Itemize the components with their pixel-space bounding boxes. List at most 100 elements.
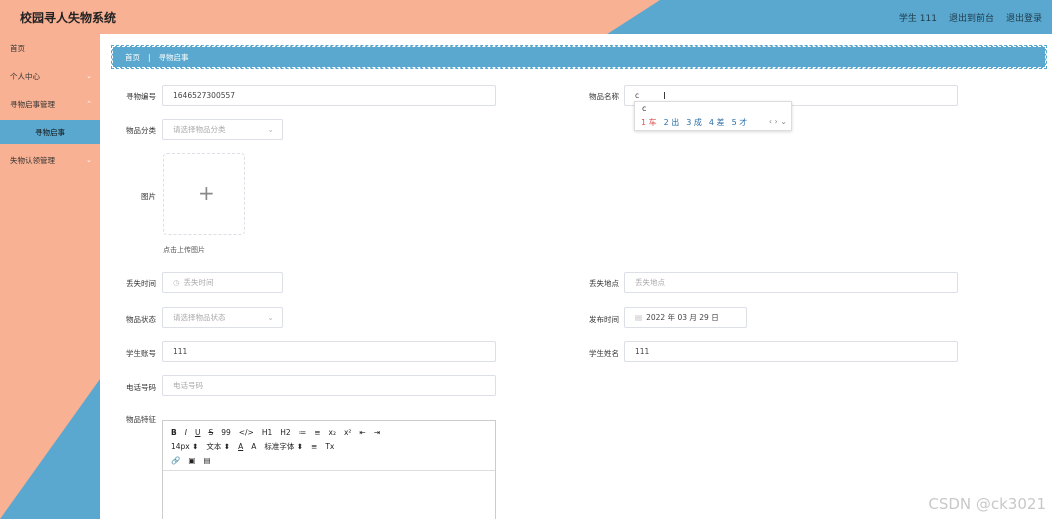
chevron-down-icon: ⌄ — [86, 156, 92, 164]
image-upload-box[interactable]: + — [163, 153, 245, 235]
status-select[interactable]: 请选择物品状态 ⌄ — [162, 307, 283, 328]
superscript-button[interactable]: x² — [344, 428, 351, 437]
ime-composition: c — [642, 104, 647, 113]
item-no-input[interactable]: 1646527300557 — [162, 85, 496, 106]
sidebar-item-lost-notice[interactable]: 寻物启事 — [0, 120, 100, 144]
student-name-label: 学生姓名 — [589, 349, 619, 358]
ime-candidate[interactable]: 4 差 — [709, 117, 725, 128]
phone-label: 电话号码 — [126, 383, 156, 392]
publish-time-value: 2022 年 03 月 29 日 — [646, 313, 719, 322]
status-placeholder: 请选择物品状态 — [173, 313, 226, 322]
lost-time-label: 丢失时间 — [126, 279, 156, 288]
publish-time-label: 发布时间 — [589, 315, 619, 324]
watermark: CSDN @ck3021 — [928, 495, 1046, 513]
plus-icon: + — [198, 181, 215, 205]
ime-candidate[interactable]: 1 车 — [641, 117, 657, 128]
back-to-front-link[interactable]: 退出到前台 — [949, 11, 994, 24]
sidebar-item-label: 寻物启事管理 — [10, 99, 55, 109]
publish-time-picker[interactable]: ▤ 2022 年 03 月 29 日 — [624, 307, 747, 328]
student-name-value: 111 — [635, 347, 650, 356]
header-select[interactable]: 文本 ⬍ — [206, 441, 230, 452]
toolbar-row-1: B I U S 99 </> H1 H2 ≔ ≡ x₂ x² ⇤ ⇥ — [171, 425, 487, 439]
italic-button[interactable]: I — [185, 428, 187, 437]
lost-time-picker[interactable]: ◷ 丢失时间 — [162, 272, 283, 293]
top-header: 校园寻人失物系统 学生 111 退出到前台 退出登录 — [0, 0, 1052, 34]
strike-button[interactable]: S — [208, 428, 213, 437]
font-family-select[interactable]: 标准字体 ⬍ — [264, 441, 303, 452]
chevron-down-icon: ⌄ — [267, 125, 274, 134]
sidebar-item-label: 寻物启事 — [35, 127, 65, 137]
category-placeholder: 请选择物品分类 — [173, 125, 226, 134]
ime-nav[interactable]: ‹ › ⌄ — [769, 117, 787, 126]
lost-place-placeholder: 丢失地点 — [635, 278, 665, 287]
sidebar-item-label: 首页 — [10, 43, 25, 53]
indent-button[interactable]: ⇥ — [374, 428, 380, 437]
editor-toolbar: B I U S 99 </> H1 H2 ≔ ≡ x₂ x² ⇤ ⇥ 14px … — [163, 421, 495, 471]
sidebar-item-claim-mgmt[interactable]: 失物认领管理 ⌄ — [0, 146, 100, 174]
sidebar: 首页 个人中心 ⌄ 寻物启事管理 ⌃ 寻物启事 失物认领管理 ⌄ — [0, 34, 100, 519]
sidebar-item-profile[interactable]: 个人中心 ⌄ — [0, 62, 100, 90]
sidebar-item-label: 失物认领管理 — [10, 155, 55, 165]
align-button[interactable]: ≡ — [311, 442, 317, 451]
link-icon[interactable]: 🔗 — [171, 456, 180, 465]
h1-button[interactable]: H1 — [262, 428, 272, 437]
sidebar-item-home[interactable]: 首页 — [0, 34, 100, 62]
clock-icon: ◷ — [173, 278, 180, 287]
bullet-list-button[interactable]: ≡ — [314, 428, 320, 437]
bold-button[interactable]: B — [171, 428, 177, 437]
sidebar-blue-triangle — [0, 379, 100, 519]
ime-candidate[interactable]: 5 才 — [732, 117, 748, 128]
logout-link[interactable]: 退出登录 — [1006, 11, 1042, 24]
upload-tip: 点击上传图片 — [163, 246, 205, 254]
image-label: 图片 — [141, 192, 156, 201]
calendar-icon: ▤ — [635, 313, 643, 322]
background-color-button[interactable]: A — [251, 442, 256, 451]
ordered-list-button[interactable]: ≔ — [299, 428, 307, 437]
font-color-button[interactable]: A — [238, 442, 243, 451]
clear-format-button[interactable]: Tx — [325, 442, 334, 451]
sidebar-item-label: 个人中心 — [10, 71, 40, 81]
lost-place-label: 丢失地点 — [589, 279, 619, 288]
item-name-label: 物品名称 — [589, 92, 619, 101]
student-no-input[interactable]: 111 — [162, 341, 496, 362]
video-icon[interactable]: ▤ — [203, 456, 210, 465]
ime-candidates: 1 车 2 出 3 成 4 差 5 才 — [641, 117, 747, 128]
subscript-button[interactable]: x₂ — [329, 428, 336, 437]
header-actions: 学生 111 退出到前台 退出登录 — [899, 11, 1042, 24]
status-label: 物品状态 — [126, 315, 156, 324]
item-no-label: 寻物编号 — [126, 92, 156, 101]
phone-input[interactable]: 电话号码 — [162, 375, 496, 396]
category-label: 物品分类 — [126, 126, 156, 135]
chevron-down-icon: ⌄ — [267, 313, 274, 322]
underline-button[interactable]: U — [195, 428, 201, 437]
rich-text-editor[interactable]: B I U S 99 </> H1 H2 ≔ ≡ x₂ x² ⇤ ⇥ 14px … — [162, 420, 496, 519]
outdent-button[interactable]: ⇤ — [359, 428, 365, 437]
sidebar-item-lost-notice-mgmt[interactable]: 寻物启事管理 ⌃ — [0, 90, 100, 118]
breadcrumb-home[interactable]: 首页 — [125, 52, 140, 63]
ime-candidate-popup[interactable]: c 1 车 2 出 3 成 4 差 5 才 ‹ › ⌄ — [634, 101, 792, 131]
code-button[interactable]: </> — [239, 428, 254, 437]
student-name-input[interactable]: 111 — [624, 341, 958, 362]
ime-candidate[interactable]: 3 成 — [686, 117, 702, 128]
category-select[interactable]: 请选择物品分类 ⌄ — [162, 119, 283, 140]
breadcrumb-current: 寻物启事 — [158, 52, 189, 62]
item-name-value: c — [635, 91, 640, 100]
chevron-up-icon: ⌃ — [86, 100, 92, 108]
h2-button[interactable]: H2 — [280, 428, 290, 437]
toolbar-row-3: 🔗 ▣ ▤ — [171, 453, 487, 467]
lost-time-placeholder: 丢失时间 — [183, 278, 214, 287]
current-user: 学生 111 — [898, 14, 937, 24]
app-title: 校园寻人失物系统 — [20, 11, 117, 25]
font-size-select[interactable]: 14px ⬍ — [171, 442, 198, 451]
ime-candidate[interactable]: 2 出 — [664, 117, 680, 128]
item-no-value: 1646527300557 — [173, 91, 236, 100]
quote-button[interactable]: 99 — [221, 428, 231, 437]
image-icon[interactable]: ▣ — [188, 456, 195, 465]
toolbar-row-2: 14px ⬍ 文本 ⬍ A A 标准字体 ⬍ ≡ Tx — [171, 439, 487, 453]
breadcrumb-separator: | — [148, 52, 151, 62]
chevron-down-icon: ⌄ — [86, 72, 92, 80]
student-no-value: 111 — [173, 347, 188, 356]
features-label: 物品特征 — [126, 415, 156, 424]
phone-placeholder: 电话号码 — [173, 381, 203, 390]
lost-place-input[interactable]: 丢失地点 — [624, 272, 958, 293]
